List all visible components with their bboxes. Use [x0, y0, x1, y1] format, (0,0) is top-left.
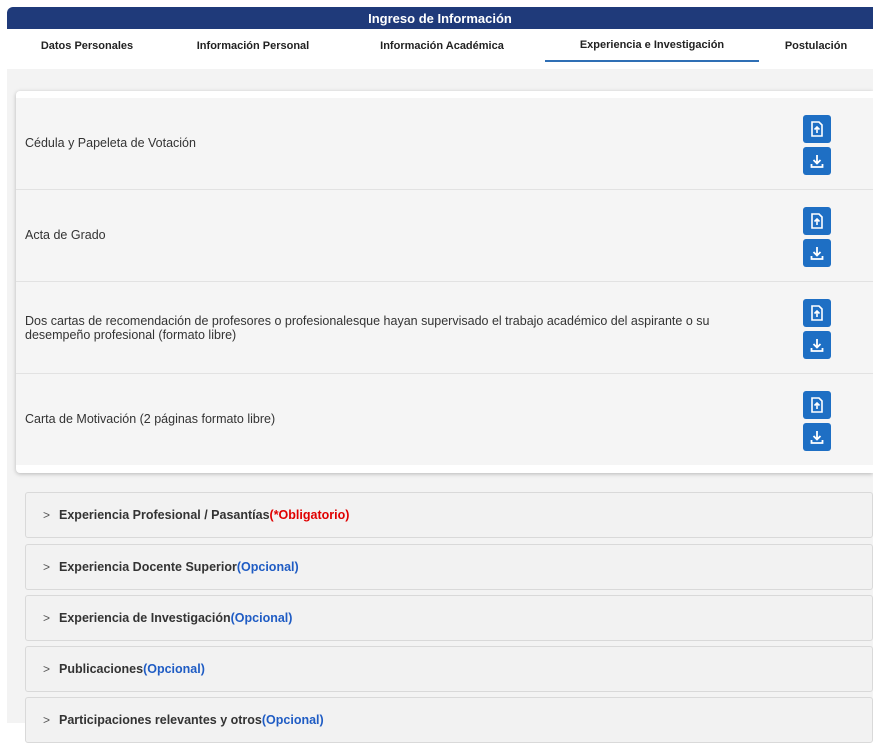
- document-row: Dos cartas de recomendación de profesore…: [16, 282, 873, 374]
- optional-tag: (Opcional): [236, 560, 299, 574]
- upload-button[interactable]: [803, 299, 831, 327]
- page-title: Ingreso de Información: [368, 10, 512, 26]
- document-label: Carta de Motivación (2 páginas formato l…: [25, 412, 276, 426]
- chevron-right-icon: >: [43, 713, 51, 727]
- document-row: Cédula y Papeleta de Votación: [16, 98, 873, 190]
- tab-bar: Datos Personales Información Personal In…: [7, 29, 873, 63]
- upload-button[interactable]: [803, 207, 831, 235]
- tab-informacion-personal[interactable]: Información Personal: [167, 29, 339, 62]
- document-label: Cédula y Papeleta de Votación: [25, 136, 196, 150]
- download-icon: [810, 155, 824, 168]
- documents-card: Cédula y Papeleta de Votación Acta de Gr…: [16, 91, 873, 473]
- section-title: Experiencia de Investigación: [59, 611, 231, 625]
- upload-button[interactable]: [803, 115, 831, 143]
- document-label: Acta de Grado: [25, 228, 106, 242]
- tab-informacion-academica[interactable]: Información Académica: [339, 29, 545, 62]
- section-participaciones[interactable]: > Participaciones relevantes y otros (Opc…: [25, 697, 873, 743]
- section-title: Participaciones relevantes y otros: [59, 713, 262, 727]
- download-icon: [810, 247, 824, 260]
- document-row: Acta de Grado: [16, 190, 873, 282]
- download-icon: [810, 339, 824, 352]
- section-experiencia-docente[interactable]: > Experiencia Docente Superior (Opcional): [25, 544, 873, 590]
- upload-button[interactable]: [803, 391, 831, 419]
- file-upload-icon: [811, 121, 823, 137]
- tab-experiencia-investigacion[interactable]: Experiencia e Investigación: [545, 29, 759, 62]
- download-button[interactable]: [803, 331, 831, 359]
- required-tag: (*Obligatorio): [269, 508, 350, 522]
- page-header: Ingreso de Información: [7, 7, 873, 29]
- section-title: Experiencia Docente Superior: [59, 560, 237, 574]
- download-button[interactable]: [803, 423, 831, 451]
- optional-tag: (Opcional): [230, 611, 293, 625]
- chevron-right-icon: >: [43, 662, 51, 676]
- document-row: Carta de Motivación (2 páginas formato l…: [16, 374, 873, 465]
- section-title: Publicaciones: [59, 662, 144, 676]
- download-icon: [810, 431, 824, 444]
- file-upload-icon: [811, 397, 823, 413]
- section-experiencia-profesional[interactable]: > Experiencia Profesional / Pasantías (*O…: [25, 492, 873, 538]
- document-label: Dos cartas de recomendación de profesore…: [25, 314, 710, 342]
- tab-datos-personales[interactable]: Datos Personales: [7, 29, 167, 62]
- file-upload-icon: [811, 213, 823, 229]
- chevron-right-icon: >: [43, 611, 51, 625]
- optional-tag: (Opcional): [261, 713, 324, 727]
- chevron-right-icon: >: [43, 508, 51, 522]
- file-upload-icon: [811, 305, 823, 321]
- section-publicaciones[interactable]: > Publicaciones (Opcional): [25, 646, 873, 692]
- download-button[interactable]: [803, 239, 831, 267]
- section-experiencia-investigacion[interactable]: > Experiencia de Investigación (Opcional): [25, 595, 873, 641]
- tab-postulacion[interactable]: Postulación: [759, 29, 873, 62]
- optional-tag: (Opcional): [143, 662, 205, 676]
- section-title: Experiencia Profesional / Pasantías: [59, 508, 270, 522]
- chevron-right-icon: >: [43, 560, 51, 574]
- download-button[interactable]: [803, 147, 831, 175]
